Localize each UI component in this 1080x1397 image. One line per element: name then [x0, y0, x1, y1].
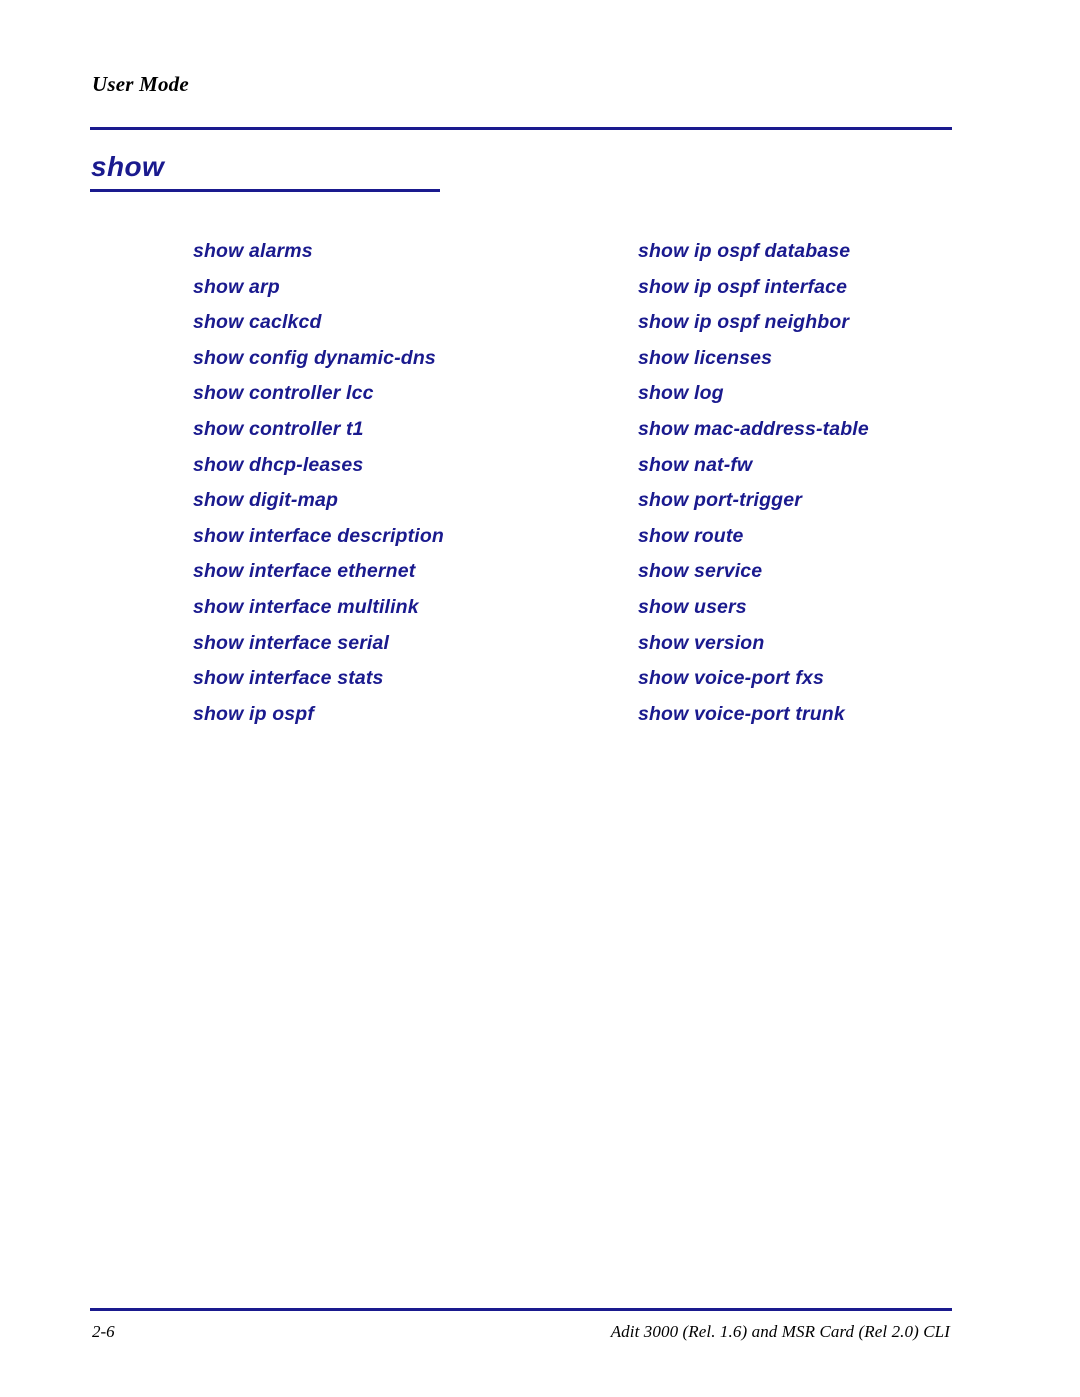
document-identifier: Adit 3000 (Rel. 1.6) and MSR Card (Rel 2…	[610, 1322, 950, 1341]
footer-rule	[90, 1308, 952, 1311]
command-link[interactable]: show ip ospf neighbor	[638, 309, 1058, 345]
command-link[interactable]: show alarms	[193, 238, 623, 274]
command-link[interactable]: show voice-port fxs	[638, 665, 1058, 701]
page-number: 2-6	[92, 1322, 115, 1341]
command-link[interactable]: show mac-address-table	[638, 416, 1058, 452]
command-link[interactable]: show voice-port trunk	[638, 701, 1058, 737]
command-link[interactable]: show arp	[193, 274, 623, 310]
command-link[interactable]: show digit-map	[193, 487, 623, 523]
command-link[interactable]: show interface stats	[193, 665, 623, 701]
command-link[interactable]: show config dynamic-dns	[193, 345, 623, 381]
command-link[interactable]: show ip ospf interface	[638, 274, 1058, 310]
command-link[interactable]: show port-trigger	[638, 487, 1058, 523]
command-link[interactable]: show ip ospf database	[638, 238, 1058, 274]
header-rule	[90, 127, 952, 130]
page-footer: 2-6 Adit 3000 (Rel. 1.6) and MSR Card (R…	[92, 1322, 950, 1342]
page-title: show	[91, 151, 165, 182]
command-link[interactable]: show licenses	[638, 345, 1058, 381]
running-head: User Mode	[92, 72, 189, 96]
command-link[interactable]: show interface ethernet	[193, 558, 623, 594]
command-link[interactable]: show version	[638, 630, 1058, 666]
command-link[interactable]: show controller t1	[193, 416, 623, 452]
command-column-right: show ip ospf database show ip ospf inter…	[638, 238, 1058, 736]
command-link[interactable]: show ip ospf	[193, 701, 623, 737]
command-column-left: show alarms show arp show caclkcd show c…	[193, 238, 623, 736]
command-link[interactable]: show route	[638, 523, 1058, 559]
command-link[interactable]: show dhcp-leases	[193, 452, 623, 488]
command-link[interactable]: show users	[638, 594, 1058, 630]
command-link[interactable]: show interface serial	[193, 630, 623, 666]
command-link[interactable]: show service	[638, 558, 1058, 594]
document-page: User Mode show show alarms show arp show…	[0, 0, 1080, 1397]
command-link[interactable]: show interface description	[193, 523, 623, 559]
title-underline-rule	[90, 189, 440, 192]
command-link[interactable]: show caclkcd	[193, 309, 623, 345]
command-link[interactable]: show nat-fw	[638, 452, 1058, 488]
command-link[interactable]: show interface multilink	[193, 594, 623, 630]
command-link[interactable]: show log	[638, 380, 1058, 416]
command-link[interactable]: show controller lcc	[193, 380, 623, 416]
